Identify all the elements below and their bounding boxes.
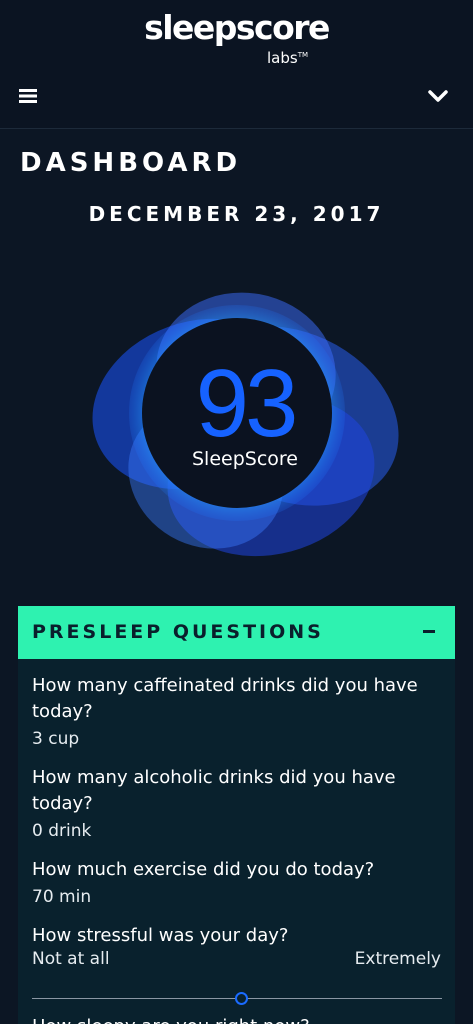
- dashboard-date: DECEMBER 23, 2017: [88, 202, 385, 226]
- logo-labs: labsTM: [102, 48, 473, 67]
- sleepscore-value: 93: [195, 350, 299, 457]
- presleep-questions-panel: PRESLEEP QUESTIONS How many caffeinated …: [18, 606, 455, 1024]
- question-alcohol: How many alcoholic drinks did you have t…: [32, 767, 396, 814]
- stress-scale-max-label: Extremely: [354, 949, 441, 969]
- question-sleepy: How sleepy are you right now?: [32, 1014, 432, 1024]
- answer-alcohol[interactable]: 0 drink: [32, 819, 91, 843]
- collapse-minus-icon[interactable]: [418, 621, 440, 643]
- answer-caffeine[interactable]: 3 cup: [32, 727, 79, 751]
- sleepscore-logo: sleepscore labsTM: [0, 8, 473, 67]
- question-stress: How stressful was your day?: [32, 925, 289, 946]
- sleepscore-graphic: 93 SleepScore: [86, 276, 404, 568]
- sleepscore-label: SleepScore: [192, 448, 298, 470]
- logo-labs-text: labs: [266, 49, 298, 67]
- top-header: sleepscore labsTM: [0, 0, 473, 129]
- hamburger-menu-icon[interactable]: [16, 84, 40, 108]
- page-title: DASHBOARD: [20, 148, 242, 178]
- question-exercise: How much exercise did you do today?: [32, 859, 375, 880]
- stress-slider-thumb[interactable]: [234, 992, 248, 1005]
- chevron-down-icon[interactable]: [426, 84, 450, 108]
- logo-wordmark: sleepscore: [144, 8, 330, 47]
- question-caffeine: How many caffeinated drinks did you have…: [32, 675, 418, 722]
- logo-trademark: TM: [297, 51, 309, 59]
- panel-header[interactable]: PRESLEEP QUESTIONS: [18, 606, 455, 659]
- app-root: sleepscore labsTM DASHBOARD DECEMBER 23,…: [0, 0, 473, 1024]
- answer-exercise[interactable]: 70 min: [32, 885, 91, 909]
- stress-slider[interactable]: [32, 992, 442, 1006]
- stress-scale-min-label: Not at all: [32, 949, 110, 969]
- panel-title: PRESLEEP QUESTIONS: [32, 621, 324, 643]
